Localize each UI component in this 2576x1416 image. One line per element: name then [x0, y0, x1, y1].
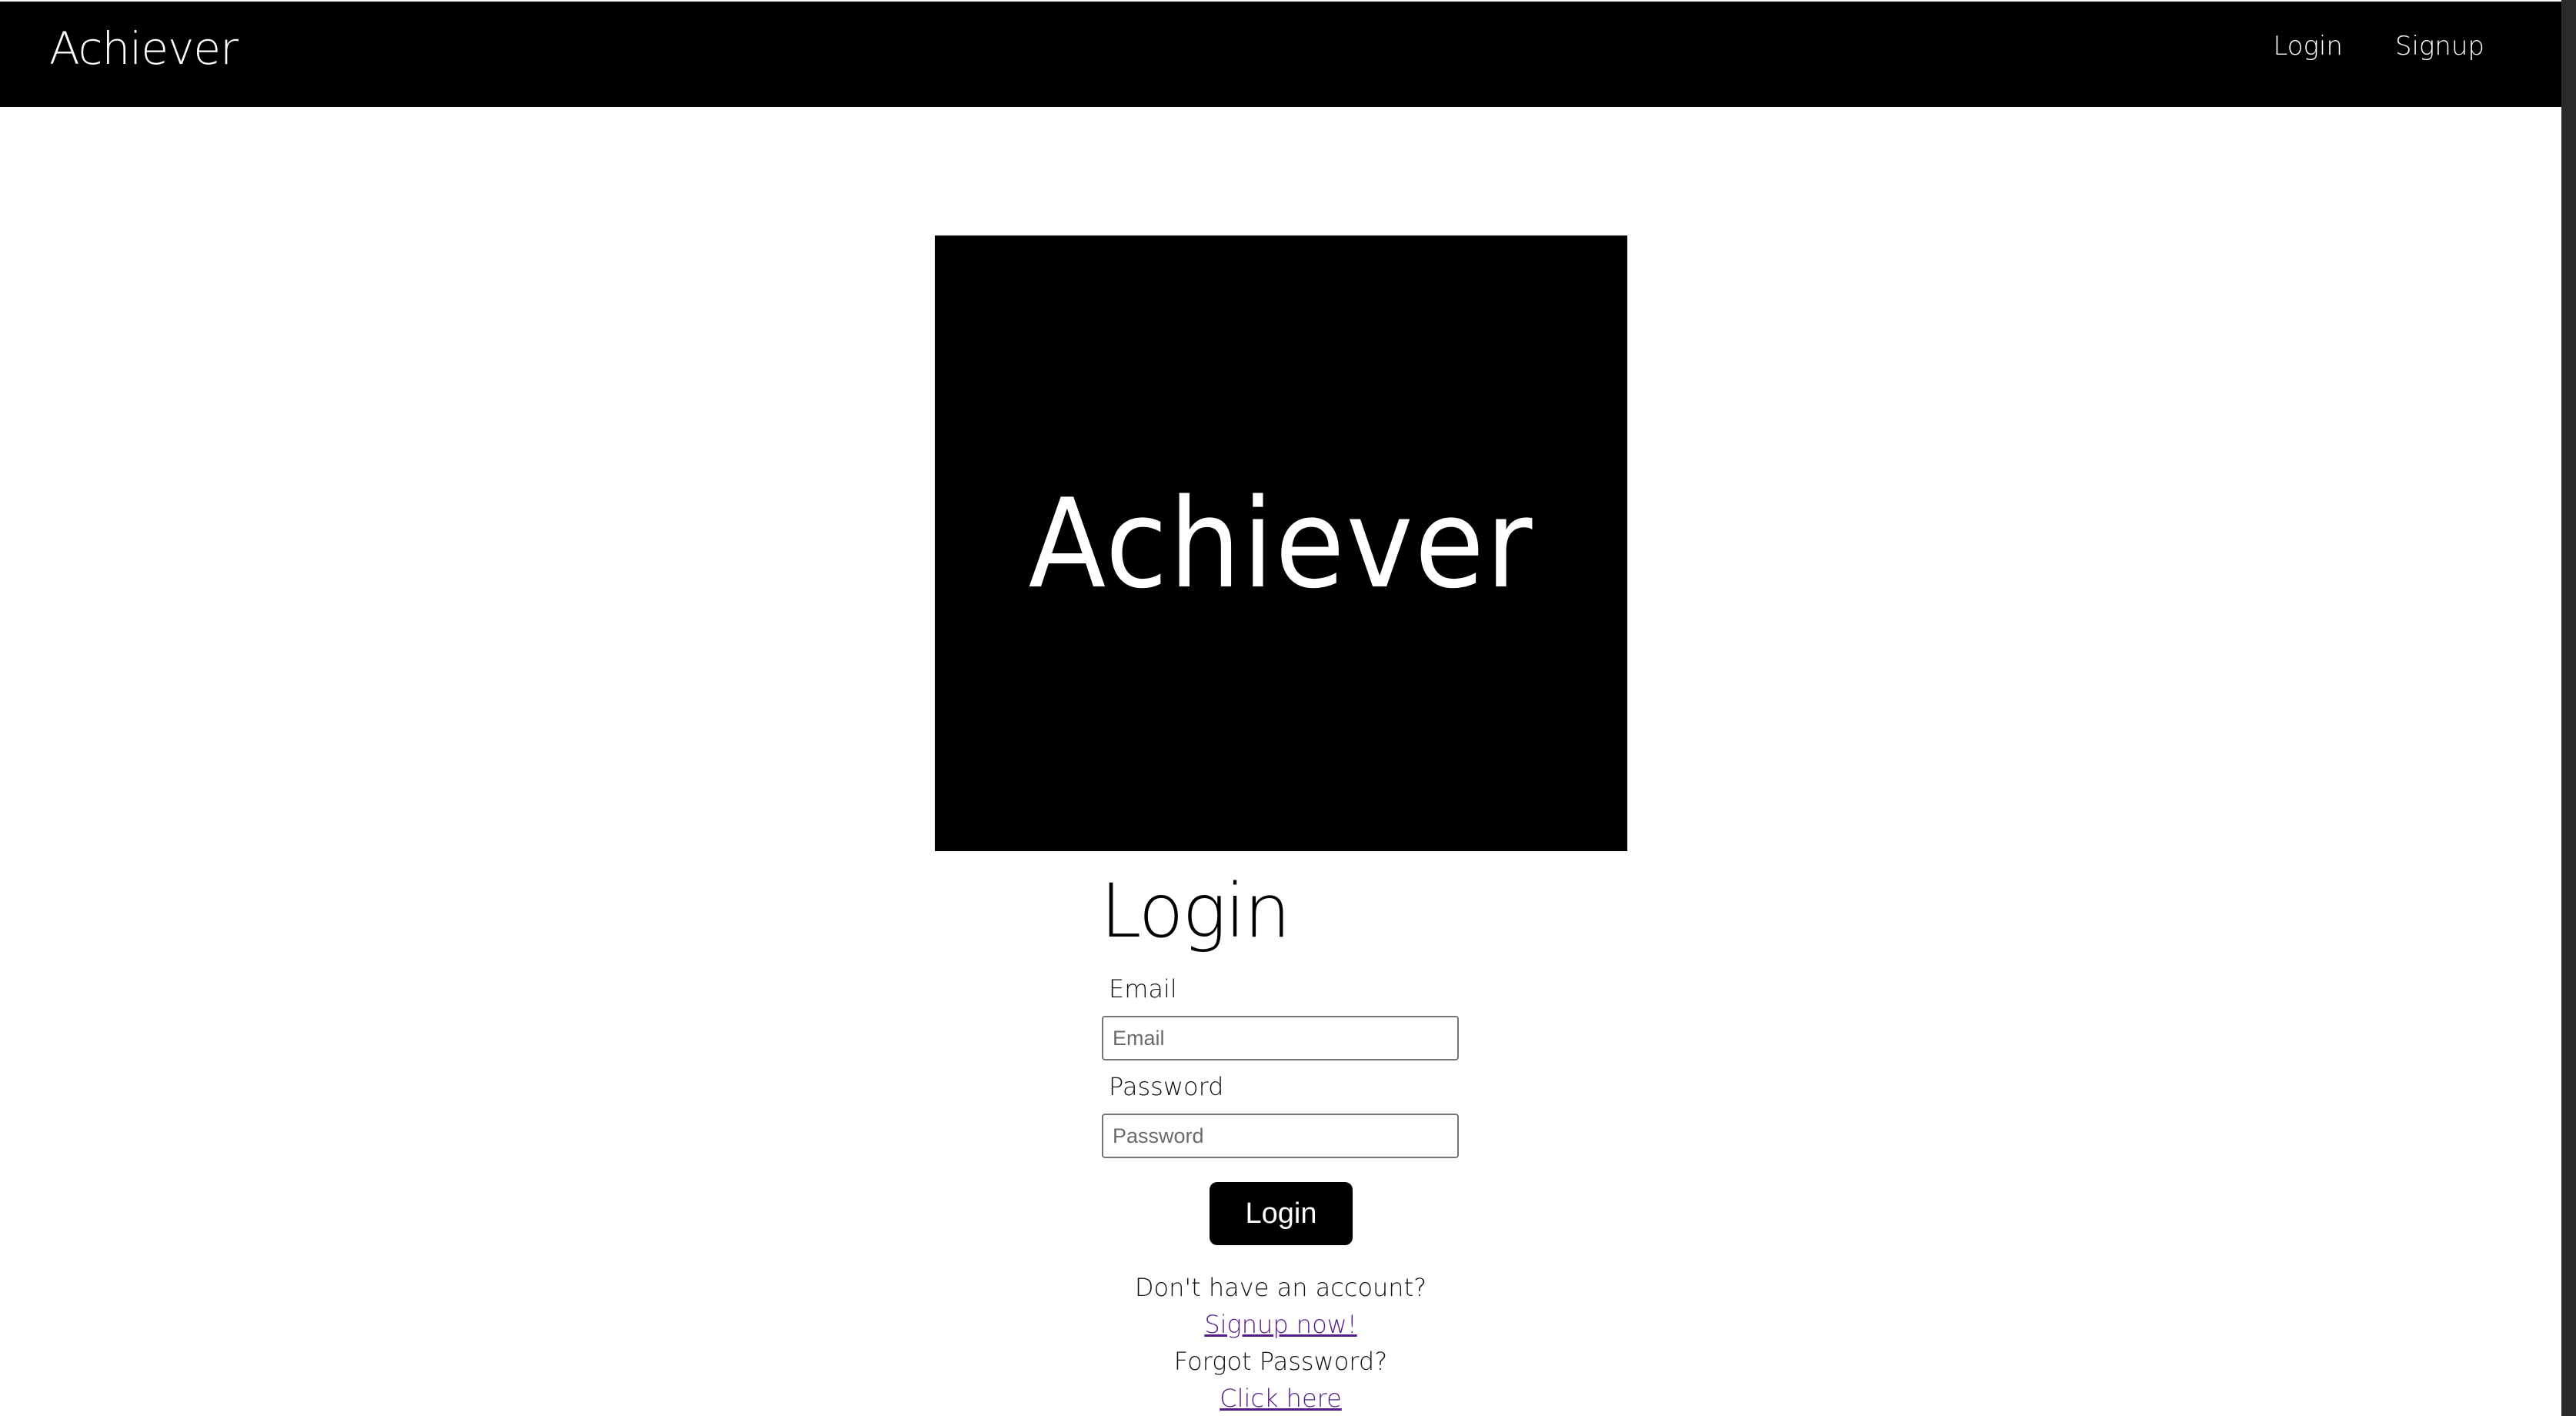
reset-link-row: Click here — [0, 1381, 2561, 1415]
top-navbar: Achiever Login Signup — [0, 2, 2561, 107]
reset-password-link[interactable]: Click here — [1220, 1384, 1342, 1413]
signup-now-link[interactable]: Signup now! — [1204, 1310, 1356, 1339]
login-page: Achiever Login Signup Achiever Login Ema… — [0, 0, 2576, 1416]
password-label: Password — [1109, 1072, 1224, 1101]
email-label: Email — [1109, 974, 1177, 1004]
password-input[interactable] — [1102, 1114, 1459, 1158]
no-account-text: Don't have an account? — [1134, 1273, 1427, 1302]
nav-login-link[interactable]: Login — [2273, 28, 2343, 65]
login-heading: Login — [1100, 868, 1291, 954]
scrollbar[interactable] — [2561, 0, 2576, 1416]
email-input[interactable] — [1102, 1016, 1459, 1060]
forgot-password-text: Forgot Password? — [1173, 1347, 1388, 1376]
nav-links: Login Signup — [2273, 28, 2484, 65]
hero-title: Achiever — [1028, 471, 1534, 616]
login-submit-button[interactable]: Login — [1210, 1182, 1353, 1245]
nav-signup-link[interactable]: Signup — [2395, 28, 2484, 65]
hero-banner: Achiever — [935, 235, 1627, 851]
brand-logo-link[interactable]: Achiever — [49, 22, 239, 75]
signup-link-row: Signup now! — [0, 1307, 2561, 1341]
